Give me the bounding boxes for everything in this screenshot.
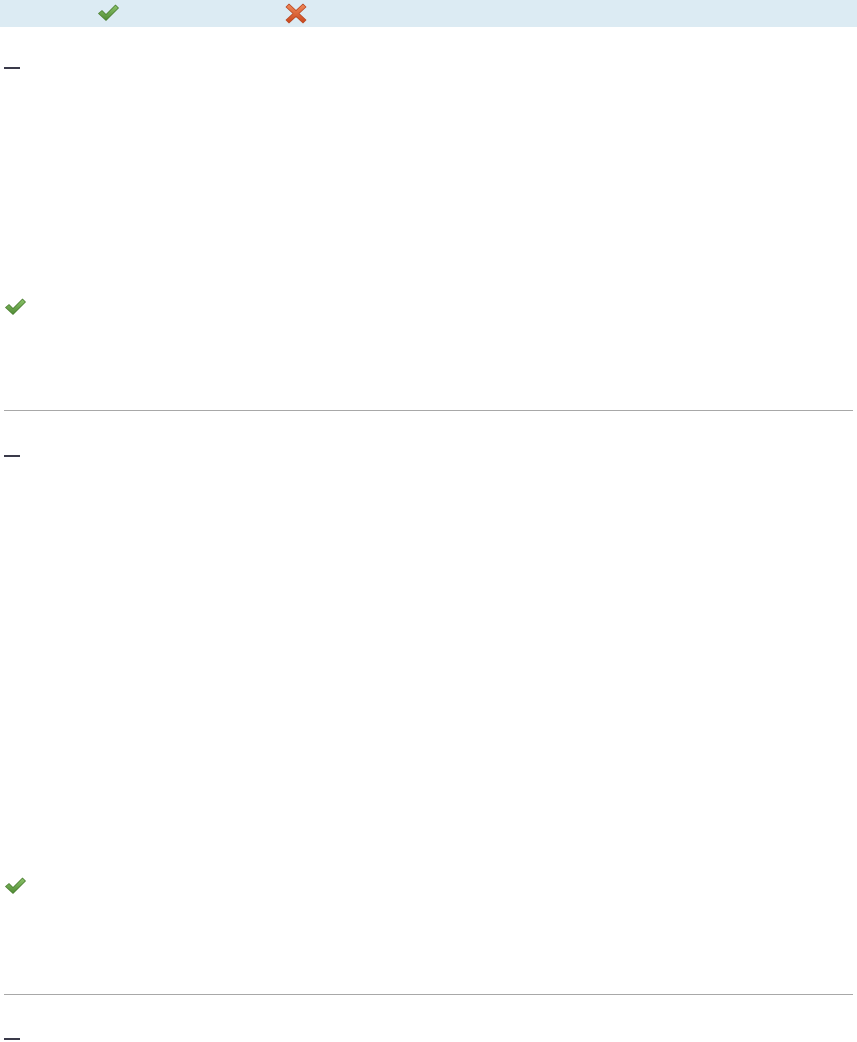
checkmark-icon xyxy=(3,874,27,898)
section-divider xyxy=(4,410,853,411)
cross-icon[interactable] xyxy=(284,1,308,25)
column-header-bar xyxy=(0,0,857,27)
collapse-dash-icon[interactable] xyxy=(4,67,20,69)
section-divider xyxy=(4,994,853,995)
checkmark-icon[interactable] xyxy=(96,1,120,25)
review-page xyxy=(0,0,857,1042)
checkmark-icon xyxy=(3,295,27,319)
collapse-dash-icon[interactable] xyxy=(4,455,20,457)
collapse-dash-icon[interactable] xyxy=(4,1038,20,1040)
